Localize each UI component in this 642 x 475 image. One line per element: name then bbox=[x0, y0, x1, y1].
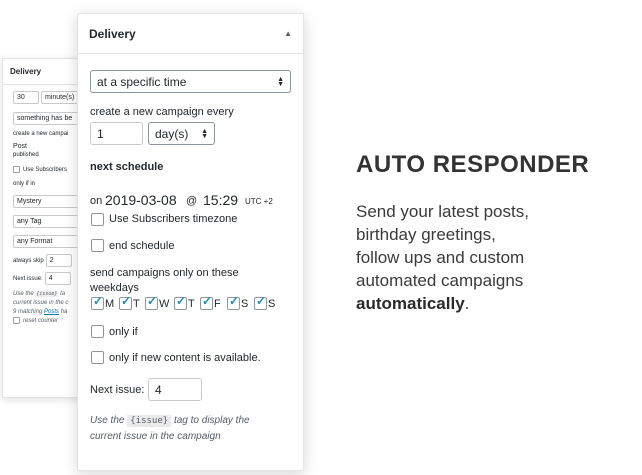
help-text: Use the bbox=[13, 291, 34, 298]
weekday-wednesday[interactable]: W bbox=[145, 294, 170, 310]
end-schedule-checkbox[interactable] bbox=[91, 239, 104, 252]
help-text-post: tag to display the bbox=[173, 415, 250, 426]
next-issue-label: Next issue: bbox=[13, 275, 43, 282]
weekday-label: S bbox=[268, 297, 276, 310]
weekday-checkbox[interactable] bbox=[119, 294, 132, 310]
only-if-new-content-label: only if new content is available. bbox=[109, 352, 261, 364]
timing-select-value: at a specific time bbox=[97, 74, 187, 89]
date-input[interactable]: 2019-03-08 bbox=[105, 192, 177, 208]
hero-desc-line: birthday greetings, bbox=[356, 225, 496, 244]
next-schedule-label: next schedule bbox=[90, 161, 164, 173]
panel-title: Delivery bbox=[89, 26, 136, 41]
at-symbol: @ bbox=[186, 195, 198, 207]
timezone-offset: UTC +2 bbox=[245, 197, 273, 206]
amount-input[interactable]: 30 bbox=[13, 91, 39, 104]
create-campaign-label: create a new campaign every bbox=[90, 106, 234, 118]
reset-counter-label: reset counter bbox=[23, 318, 59, 325]
matching-count: 9 matching bbox=[13, 309, 43, 316]
timezone-checkbox[interactable] bbox=[13, 166, 20, 173]
only-if-label: only if bbox=[109, 326, 138, 338]
help-text-line2: current issue in the campaign bbox=[90, 431, 221, 442]
hero-description: Send your latest posts, birthday greetin… bbox=[356, 200, 596, 315]
weekday-checkbox[interactable] bbox=[145, 294, 158, 310]
delivery-panel: Delivery ▲ at a specific time ▲ ▼ create … bbox=[77, 13, 304, 471]
help-text: ta bbox=[60, 291, 66, 298]
next-issue-label: Next issue: bbox=[90, 384, 145, 396]
weekday-checkbox[interactable] bbox=[200, 294, 213, 310]
timezone-label: Use Subscribers bbox=[23, 167, 68, 174]
select-arrows-icon: ▲ ▼ bbox=[277, 75, 284, 88]
interval-unit-value: day(s) bbox=[155, 126, 189, 141]
weekday-label: M bbox=[105, 297, 115, 310]
select-arrows-icon: ▲ ▼ bbox=[201, 127, 208, 140]
next-issue-input[interactable]: 4 bbox=[44, 272, 71, 286]
weekday-friday[interactable]: F bbox=[200, 294, 221, 310]
weekdays-label: send campaigns only on these bbox=[90, 267, 239, 279]
timing-select[interactable]: at a specific time ▲ ▼ bbox=[90, 70, 291, 93]
only-if-checkbox[interactable] bbox=[91, 325, 104, 338]
weekday-saturday[interactable]: S bbox=[227, 294, 249, 310]
posts-link[interactable]: Posts bbox=[44, 309, 59, 315]
interval-input[interactable]: 1 bbox=[90, 122, 143, 145]
hero-title: AUTO RESPONDER bbox=[356, 151, 590, 178]
weekday-sunday[interactable]: S bbox=[254, 294, 276, 310]
unit-select[interactable]: minute(s) bbox=[41, 91, 81, 104]
hero-desc-line: Send your latest posts, bbox=[356, 202, 529, 221]
weekday-label: T bbox=[188, 297, 195, 310]
always-skip-label: always skip bbox=[13, 257, 44, 264]
panel-title: Delivery bbox=[10, 67, 42, 76]
only-if-new-content-checkbox[interactable] bbox=[91, 351, 104, 364]
always-skip-input[interactable]: 2 bbox=[45, 254, 72, 268]
help-text-pre: Use the bbox=[90, 415, 125, 426]
weekday-checkbox[interactable] bbox=[254, 294, 267, 310]
hero-desc-line: automated campaigns bbox=[356, 271, 524, 290]
issue-tag: {issue} bbox=[127, 415, 172, 427]
weekday-label: W bbox=[159, 297, 170, 310]
on-label: on bbox=[90, 195, 103, 207]
time-input[interactable]: 15:29 bbox=[203, 192, 238, 208]
weekday-checkbox[interactable] bbox=[174, 294, 187, 310]
weekday-checkbox[interactable] bbox=[227, 294, 240, 310]
weekday-tuesday[interactable]: T bbox=[119, 294, 140, 310]
weekday-monday[interactable]: M bbox=[91, 294, 115, 310]
issue-tag: {issue} bbox=[35, 291, 59, 298]
weekday-label: S bbox=[241, 297, 249, 310]
reset-counter-checkbox[interactable] bbox=[13, 317, 20, 325]
weekday-checkbox[interactable] bbox=[91, 294, 104, 310]
triangle-up-icon[interactable]: ▲ bbox=[284, 29, 292, 38]
weekday-label: F bbox=[214, 297, 221, 310]
next-issue-input[interactable]: 4 bbox=[148, 378, 202, 401]
matching-text: ha bbox=[60, 309, 68, 316]
hero-desc-line: follow ups and custom bbox=[356, 248, 525, 267]
weekdays-label-line2: weekdays bbox=[90, 282, 139, 294]
interval-unit-select[interactable]: day(s) ▲ ▼ bbox=[148, 122, 215, 145]
use-timezone-label: Use Subscribers timezone bbox=[109, 213, 238, 225]
end-schedule-label: end schedule bbox=[109, 240, 175, 252]
panel-header[interactable]: Delivery ▲ bbox=[78, 14, 303, 54]
help-text: Use the {issue} tag to display the curre… bbox=[90, 413, 290, 444]
use-timezone-checkbox[interactable] bbox=[91, 213, 104, 226]
weekday-thursday[interactable]: T bbox=[174, 294, 195, 310]
hero-desc-end: . bbox=[464, 294, 470, 313]
weekday-label: T bbox=[133, 297, 140, 310]
hero-desc-bold: automatically bbox=[356, 294, 465, 313]
